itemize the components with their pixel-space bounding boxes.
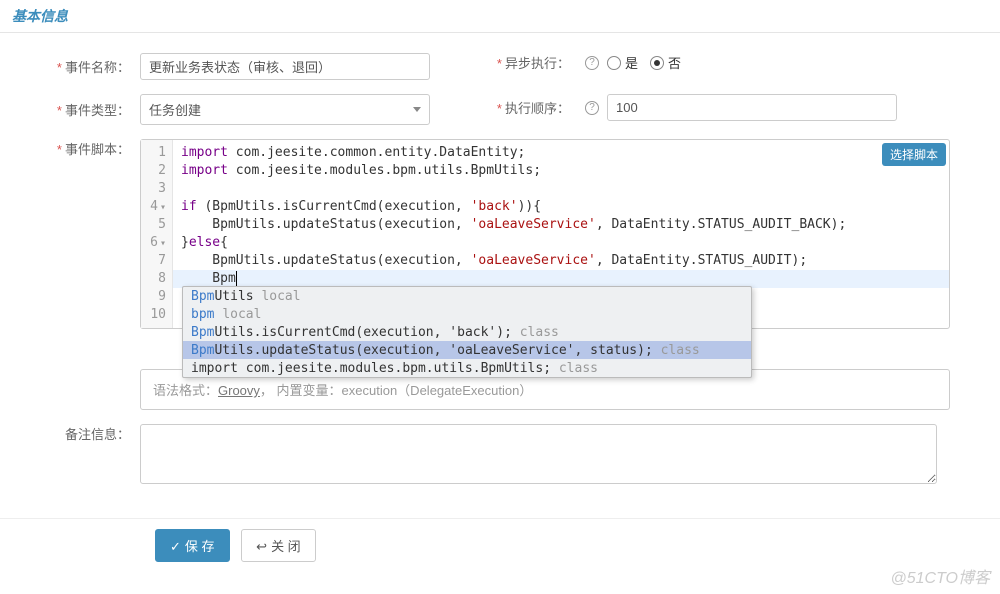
button-row: 保 存 关 闭: [0, 518, 1000, 572]
label-async-exec: *异步执行：: [490, 53, 580, 72]
label-event-name: *事件名称：: [50, 57, 140, 76]
radio-yes-label: 是: [625, 53, 638, 72]
event-name-input[interactable]: [140, 53, 430, 80]
ac-item-selected[interactable]: BpmUtils.updateStatus(execution, 'oaLeav…: [183, 341, 751, 359]
remark-textarea[interactable]: [140, 424, 937, 484]
fold-icon[interactable]: ▾: [160, 238, 166, 249]
event-type-select[interactable]: 任务创建: [140, 94, 430, 125]
label-event-type: *事件类型：: [50, 100, 140, 119]
ac-item[interactable]: BpmUtils.isCurrentCmd(execution, 'back')…: [183, 323, 751, 341]
form: *事件名称： *异步执行： ? 是 否 *事件类型： 任务创建 *执行顺序： ?…: [0, 33, 1000, 508]
gutter: 1 2 3 4▾ 5 6▾ 7 8 9 10: [141, 140, 173, 328]
radio-no[interactable]: [650, 56, 664, 70]
label-exec-order: *执行顺序：: [490, 98, 580, 117]
radio-yes[interactable]: [607, 56, 621, 70]
async-radio-group: 是 否: [599, 53, 681, 72]
help-icon[interactable]: ?: [585, 101, 599, 115]
label-event-script: *事件脚本：: [50, 139, 140, 158]
select-script-button[interactable]: 选择脚本: [882, 143, 946, 166]
ac-item[interactable]: bpm local: [183, 305, 751, 323]
radio-no-label: 否: [668, 53, 681, 72]
chevron-down-icon: [413, 107, 421, 112]
help-icon[interactable]: ?: [585, 56, 599, 70]
tab-basic-info[interactable]: 基本信息: [0, 0, 1000, 33]
ac-item[interactable]: import com.jeesite.modules.bpm.utils.Bpm…: [183, 359, 751, 377]
close-button[interactable]: 关 闭: [241, 529, 316, 562]
save-button[interactable]: 保 存: [155, 529, 230, 562]
fold-icon[interactable]: ▾: [160, 202, 166, 213]
watermark: @51CTO博客: [890, 564, 990, 588]
exec-order-input[interactable]: [607, 94, 897, 121]
label-remark: 备注信息：: [50, 424, 140, 443]
event-type-value: 任务创建: [149, 100, 201, 119]
ac-item[interactable]: BpmUtils local: [183, 287, 751, 305]
autocomplete-popup: BpmUtils local bpm local BpmUtils.isCurr…: [182, 286, 752, 378]
